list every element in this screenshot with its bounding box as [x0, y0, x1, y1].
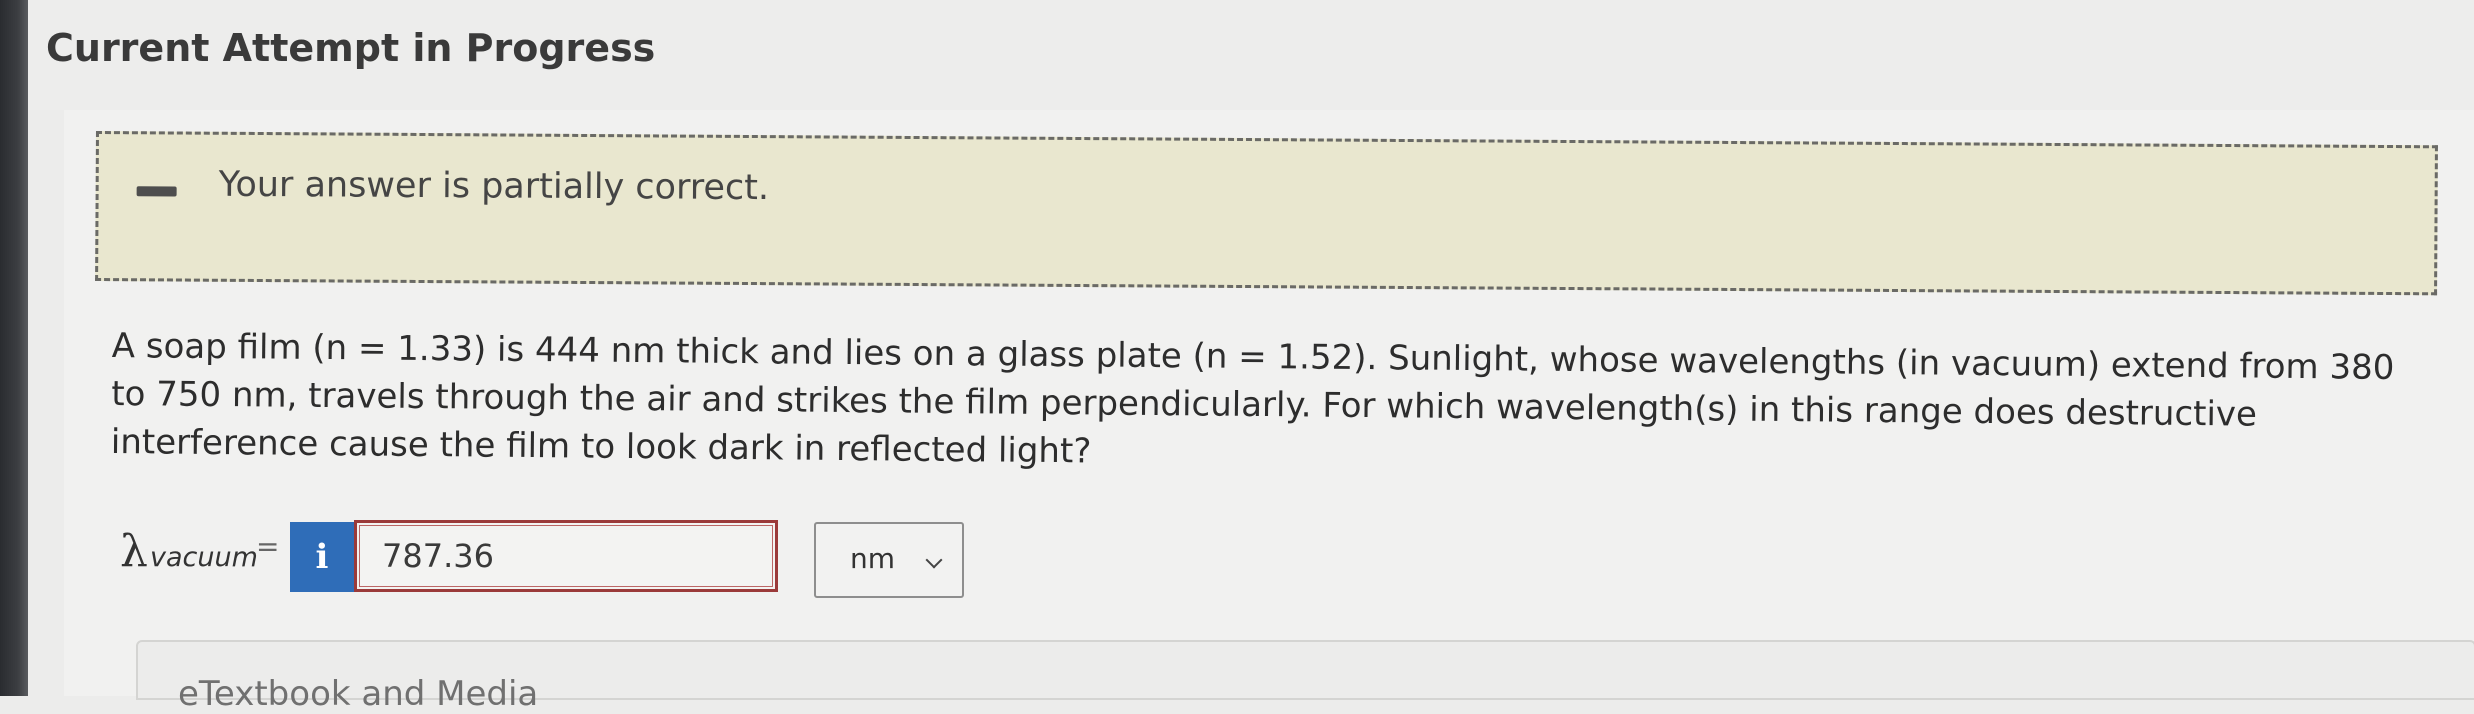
etextbook-panel[interactable]: eTextbook and Media — [136, 640, 2474, 714]
left-edge-shadow — [0, 0, 28, 696]
question-text: A soap film (n = 1.33) is 444 nm thick a… — [111, 322, 2452, 488]
lambda-symbol: λ — [120, 526, 148, 577]
unit-select[interactable]: nm — [814, 522, 964, 598]
info-button[interactable]: i — [290, 522, 354, 592]
equals-sign: = — [256, 530, 280, 563]
answer-row: λ vacuum = i 787.36 nm — [120, 518, 1020, 598]
answer-input[interactable]: 787.36 — [354, 520, 778, 592]
partial-dash-icon — [136, 186, 177, 197]
chevron-down-icon — [925, 551, 943, 569]
unit-label: nm — [850, 542, 896, 575]
etextbook-label[interactable]: eTextbook and Media — [178, 674, 538, 714]
answer-input-value[interactable]: 787.36 — [359, 525, 773, 587]
lambda-subscript: vacuum — [150, 542, 258, 573]
feedback-message: Your answer is partially correct. — [218, 164, 770, 209]
page-title: Current Attempt in Progress — [46, 26, 656, 70]
feedback-banner: Your answer is partially correct. — [95, 131, 2438, 296]
